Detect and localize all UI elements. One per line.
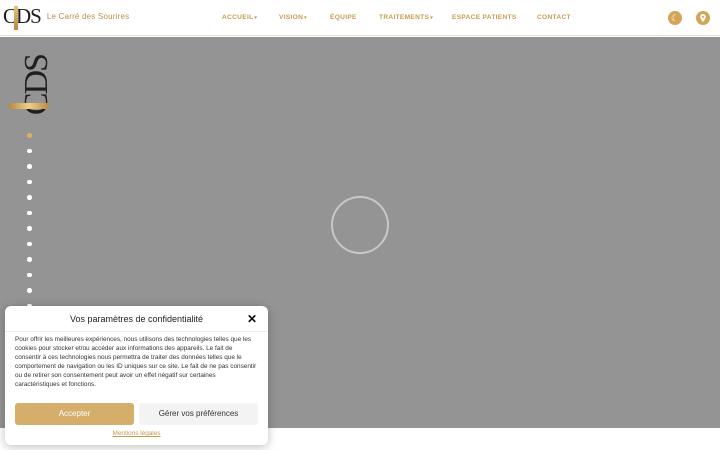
location-pin-icon[interactable] bbox=[696, 11, 710, 25]
hero-logo: CDS bbox=[9, 55, 55, 125]
nav-vision[interactable]: VISION▾ bbox=[279, 14, 307, 21]
slide-dot-6[interactable] bbox=[27, 210, 32, 215]
loading-spinner bbox=[331, 196, 389, 254]
close-icon[interactable]: ✕ bbox=[247, 312, 257, 326]
site-header: CDS Le Carré des Sourires ACCUEIL▾ VISIO… bbox=[0, 0, 720, 36]
chevron-down-icon: ▾ bbox=[254, 15, 258, 21]
manage-preferences-button[interactable]: Gérer vos préférences bbox=[139, 403, 258, 425]
cookie-body-text: Pour offrir les meilleures expériences, … bbox=[15, 336, 257, 389]
cookie-title: Vos paramètres de confidentialité bbox=[69, 314, 204, 324]
cookie-consent-banner: Vos paramètres de confidentialité ✕ Pour… bbox=[5, 306, 268, 445]
slide-dot-10[interactable] bbox=[27, 272, 32, 277]
slide-dot-4[interactable] bbox=[27, 179, 32, 184]
page: CDS Le Carré des Sourires ACCUEIL▾ VISIO… bbox=[0, 0, 720, 450]
slide-dot-5[interactable] bbox=[27, 195, 32, 200]
divider bbox=[5, 331, 268, 332]
logo-gold-bar bbox=[14, 6, 18, 30]
slide-dot-1[interactable] bbox=[27, 133, 32, 138]
nav-espace-patients[interactable]: ESPACE PATIENTS bbox=[452, 14, 517, 21]
slide-dot-9[interactable] bbox=[27, 257, 32, 262]
hero-logo-gold-bar bbox=[9, 103, 49, 109]
slide-dots bbox=[27, 133, 32, 308]
moon-icon[interactable]: ☾ bbox=[668, 11, 682, 25]
nav-accueil[interactable]: ACCUEIL▾ bbox=[222, 14, 257, 21]
nav-traitements[interactable]: TRAITEMENTS▾ bbox=[379, 14, 433, 21]
logo-text: Le Carré des Sourires bbox=[46, 12, 130, 21]
legal-notice-link[interactable]: Mentions légales bbox=[5, 430, 268, 437]
accept-button[interactable]: Accepter bbox=[15, 403, 134, 425]
nav-equipe[interactable]: ÉQUIPE bbox=[330, 14, 357, 21]
slide-dot-11[interactable] bbox=[27, 288, 32, 293]
slide-dot-2[interactable] bbox=[27, 148, 32, 153]
nav-contact[interactable]: CONTACT bbox=[537, 14, 571, 21]
chevron-down-icon: ▾ bbox=[304, 15, 307, 21]
chevron-down-icon: ▾ bbox=[430, 15, 433, 21]
logo-monogram: CDS bbox=[3, 4, 42, 30]
slide-dot-8[interactable] bbox=[27, 241, 32, 246]
slide-dot-7[interactable] bbox=[27, 226, 32, 231]
slide-dot-3[interactable] bbox=[27, 164, 32, 169]
site-logo[interactable]: CDS Le Carré des Sourires bbox=[3, 4, 130, 30]
location-pin-svg bbox=[700, 14, 706, 22]
